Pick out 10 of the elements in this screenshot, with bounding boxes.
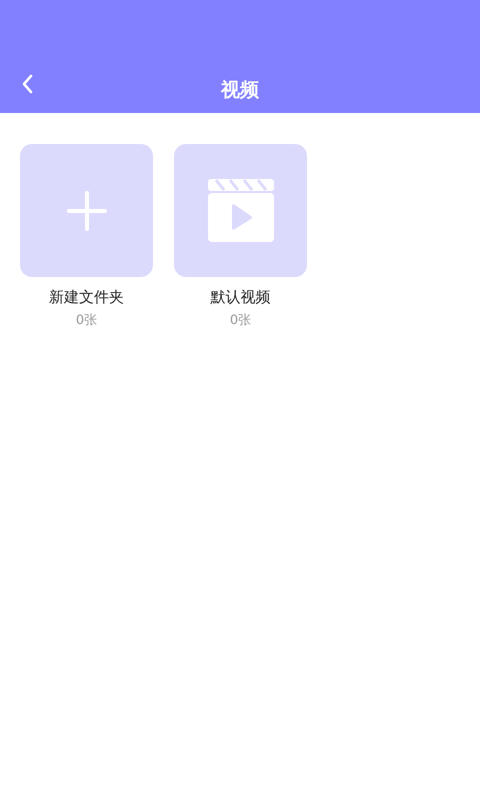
clapperboard-icon [208,179,274,242]
item-count: 0张 [230,312,252,329]
folder-name: 新建文件夹 [49,288,124,307]
page-title: 视频 [221,78,259,103]
back-icon [21,74,33,94]
new-folder-tile[interactable] [20,144,153,277]
plus-icon [66,190,106,230]
folder-tile[interactable] [174,144,307,277]
folder-name: 默认视频 [210,288,270,307]
item-count: 0张 [76,312,98,329]
